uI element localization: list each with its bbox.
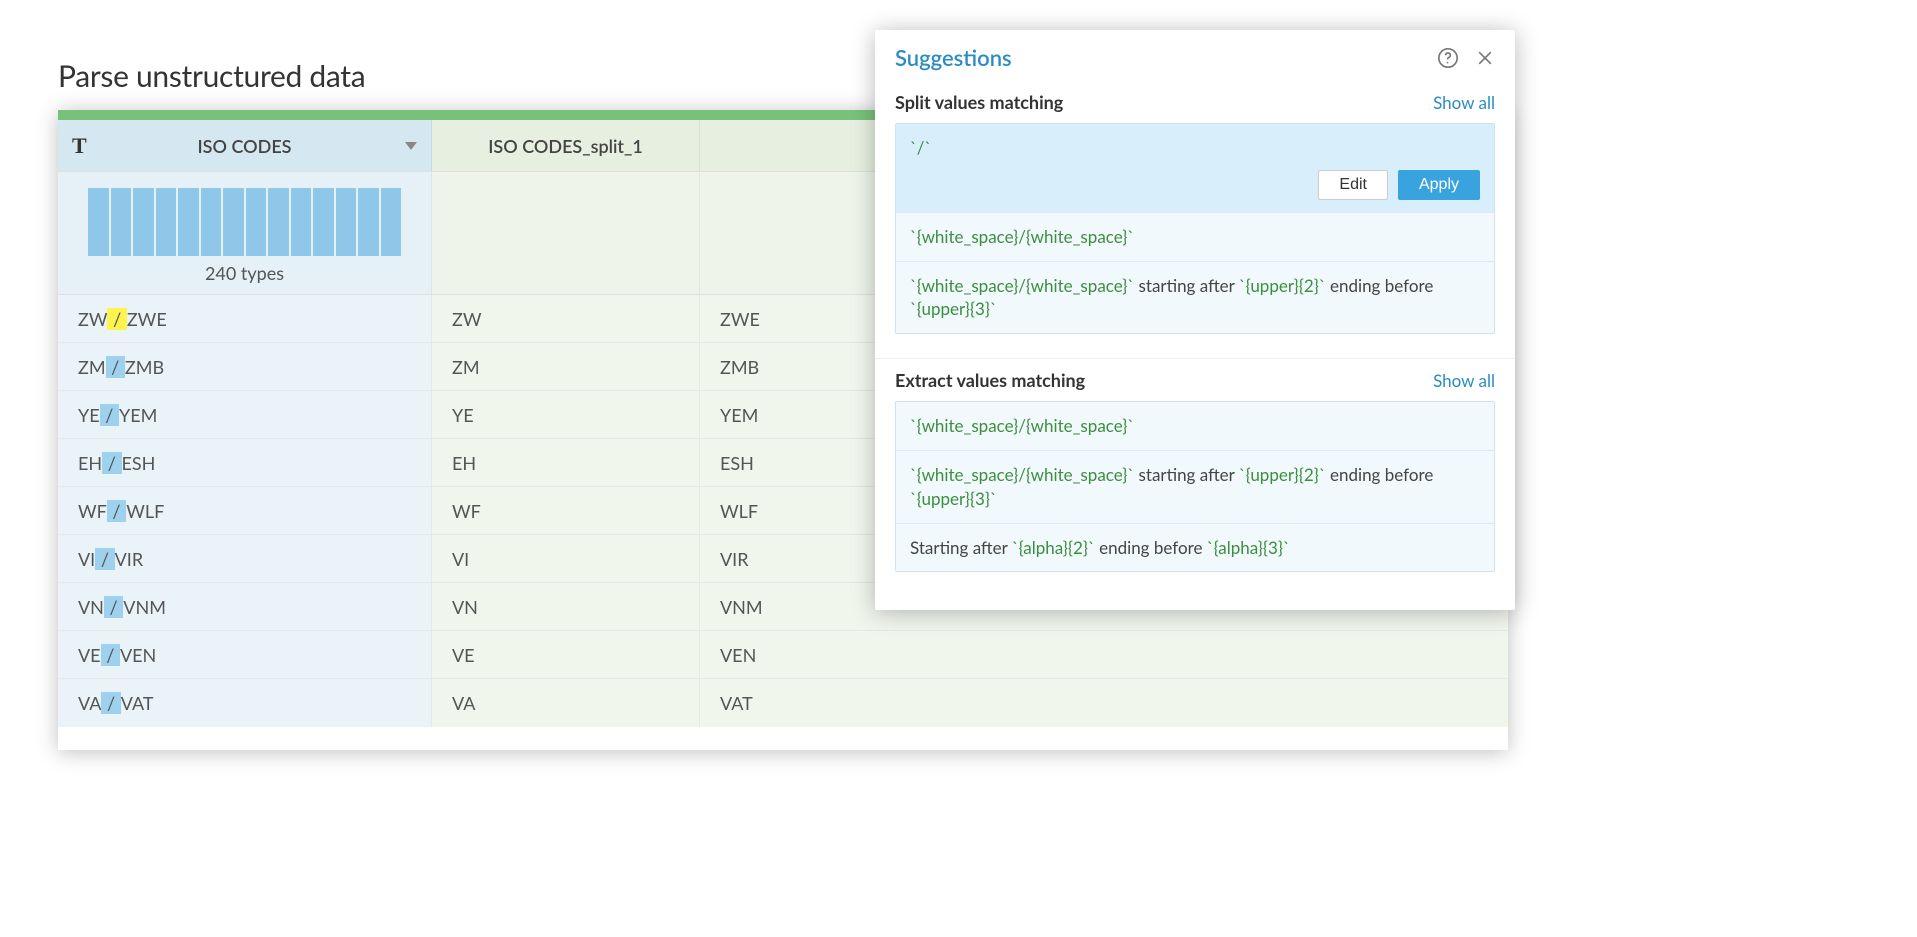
suggestion-item[interactable]: `{white_space}/{white_space}` starting a… xyxy=(896,261,1494,334)
pattern-token: `{white_space}/{white_space}` xyxy=(910,415,1134,436)
page-title: Parse unstructured data xyxy=(58,58,365,94)
cell-iso-codes[interactable]: ZW / ZWE xyxy=(58,295,432,342)
split-section: Split values matching Show all `/` Edit Ap… xyxy=(875,81,1515,352)
panel-title: Suggestions xyxy=(895,44,1437,71)
pattern-token: `{upper}{3}` xyxy=(910,298,997,319)
suggestion-item[interactable]: `{white_space}/{white_space}` xyxy=(896,402,1494,450)
pattern-text: ending before xyxy=(1326,464,1434,485)
suggestion-item[interactable]: `/` Edit Apply xyxy=(896,124,1494,212)
text-type-icon: T xyxy=(72,133,87,159)
column-header-label: ISO CODES xyxy=(197,135,291,157)
suggestion-item[interactable]: `{white_space}/{white_space}` starting a… xyxy=(896,450,1494,523)
pattern-token: `{upper}{2}` xyxy=(1239,275,1326,296)
pattern-text: ending before xyxy=(1326,275,1434,296)
cell-iso-codes[interactable]: VN / VNM xyxy=(58,583,432,630)
pattern-text: ending before xyxy=(1095,537,1207,558)
histogram-icon xyxy=(88,188,401,256)
cell-split-1[interactable]: ZW xyxy=(432,295,700,342)
table-row: VE / VENVEVEN xyxy=(58,631,1508,679)
column-header-iso-codes[interactable]: T ISO CODES xyxy=(58,120,432,171)
pattern-token: `{white_space}/{white_space}` xyxy=(910,464,1134,485)
cell-split-1[interactable]: YE xyxy=(432,391,700,438)
pattern-token: `{upper}{3}` xyxy=(910,488,997,509)
cell-split-1[interactable]: VA xyxy=(432,679,700,727)
apply-button[interactable]: Apply xyxy=(1398,170,1480,200)
cell-split-1[interactable]: VI xyxy=(432,535,700,582)
summary-cell-split-1 xyxy=(432,172,700,294)
pattern-token: `{upper}{2}` xyxy=(1239,464,1326,485)
summary-cell-iso-codes: 240 types xyxy=(58,172,432,294)
cell-split-1[interactable]: ZM xyxy=(432,343,700,390)
cell-split-2[interactable]: VEN xyxy=(700,631,1508,678)
extract-section: Extract values matching Show all `{white… xyxy=(875,358,1515,590)
cell-split-1[interactable]: WF xyxy=(432,487,700,534)
table-row: VA / VATVAVAT xyxy=(58,679,1508,727)
cell-iso-codes[interactable]: VI / VIR xyxy=(58,535,432,582)
pattern-token: `{white_space}/{white_space}` xyxy=(910,275,1134,296)
close-icon[interactable] xyxy=(1475,48,1495,68)
cell-split-1[interactable]: VN xyxy=(432,583,700,630)
cell-iso-codes[interactable]: YE / YEM xyxy=(58,391,432,438)
cell-iso-codes[interactable]: VE / VEN xyxy=(58,631,432,678)
column-header-split-1[interactable]: ISO CODES_split_1 xyxy=(432,120,700,171)
help-icon[interactable] xyxy=(1437,47,1459,69)
types-count-label: 240 types xyxy=(76,262,413,284)
extract-show-all-link[interactable]: Show all xyxy=(1433,370,1495,391)
cell-iso-codes[interactable]: EH / ESH xyxy=(58,439,432,486)
split-show-all-link[interactable]: Show all xyxy=(1433,92,1495,113)
cell-iso-codes[interactable]: VA / VAT xyxy=(58,679,432,727)
pattern-text: starting after xyxy=(1134,464,1239,485)
pattern-text: starting after xyxy=(1134,275,1239,296)
chevron-down-icon[interactable] xyxy=(405,142,417,150)
extract-section-title: Extract values matching xyxy=(895,369,1433,391)
cell-split-1[interactable]: EH xyxy=(432,439,700,486)
extract-suggestions-list: `{white_space}/{white_space}``{white_spa… xyxy=(895,401,1495,572)
pattern-token: `/` xyxy=(910,137,931,158)
pattern-token: `{alpha}{2}` xyxy=(1012,537,1095,558)
cell-iso-codes[interactable]: ZM / ZMB xyxy=(58,343,432,390)
suggestions-panel: Suggestions Split values mat xyxy=(875,30,1515,610)
suggestion-item[interactable]: `{white_space}/{white_space}` xyxy=(896,212,1494,261)
pattern-token: `{white_space}/{white_space}` xyxy=(910,226,1134,247)
cell-iso-codes[interactable]: WF / WLF xyxy=(58,487,432,534)
pattern-text: Starting after xyxy=(910,537,1012,558)
edit-button[interactable]: Edit xyxy=(1318,170,1388,200)
column-header-label: ISO CODES_split_1 xyxy=(488,135,643,157)
pattern-token: `{alpha}{3}` xyxy=(1207,537,1290,558)
split-suggestions-list: `/` Edit Apply `{white_space}/{white_space}… xyxy=(895,123,1495,334)
suggestion-item[interactable]: Starting after `{alpha}{2}` ending befor… xyxy=(896,523,1494,572)
panel-header: Suggestions xyxy=(875,30,1515,81)
cell-split-1[interactable]: VE xyxy=(432,631,700,678)
suggestion-actions: Edit Apply xyxy=(910,170,1480,200)
split-section-title: Split values matching xyxy=(895,91,1433,113)
cell-split-2[interactable]: VAT xyxy=(700,679,1508,727)
